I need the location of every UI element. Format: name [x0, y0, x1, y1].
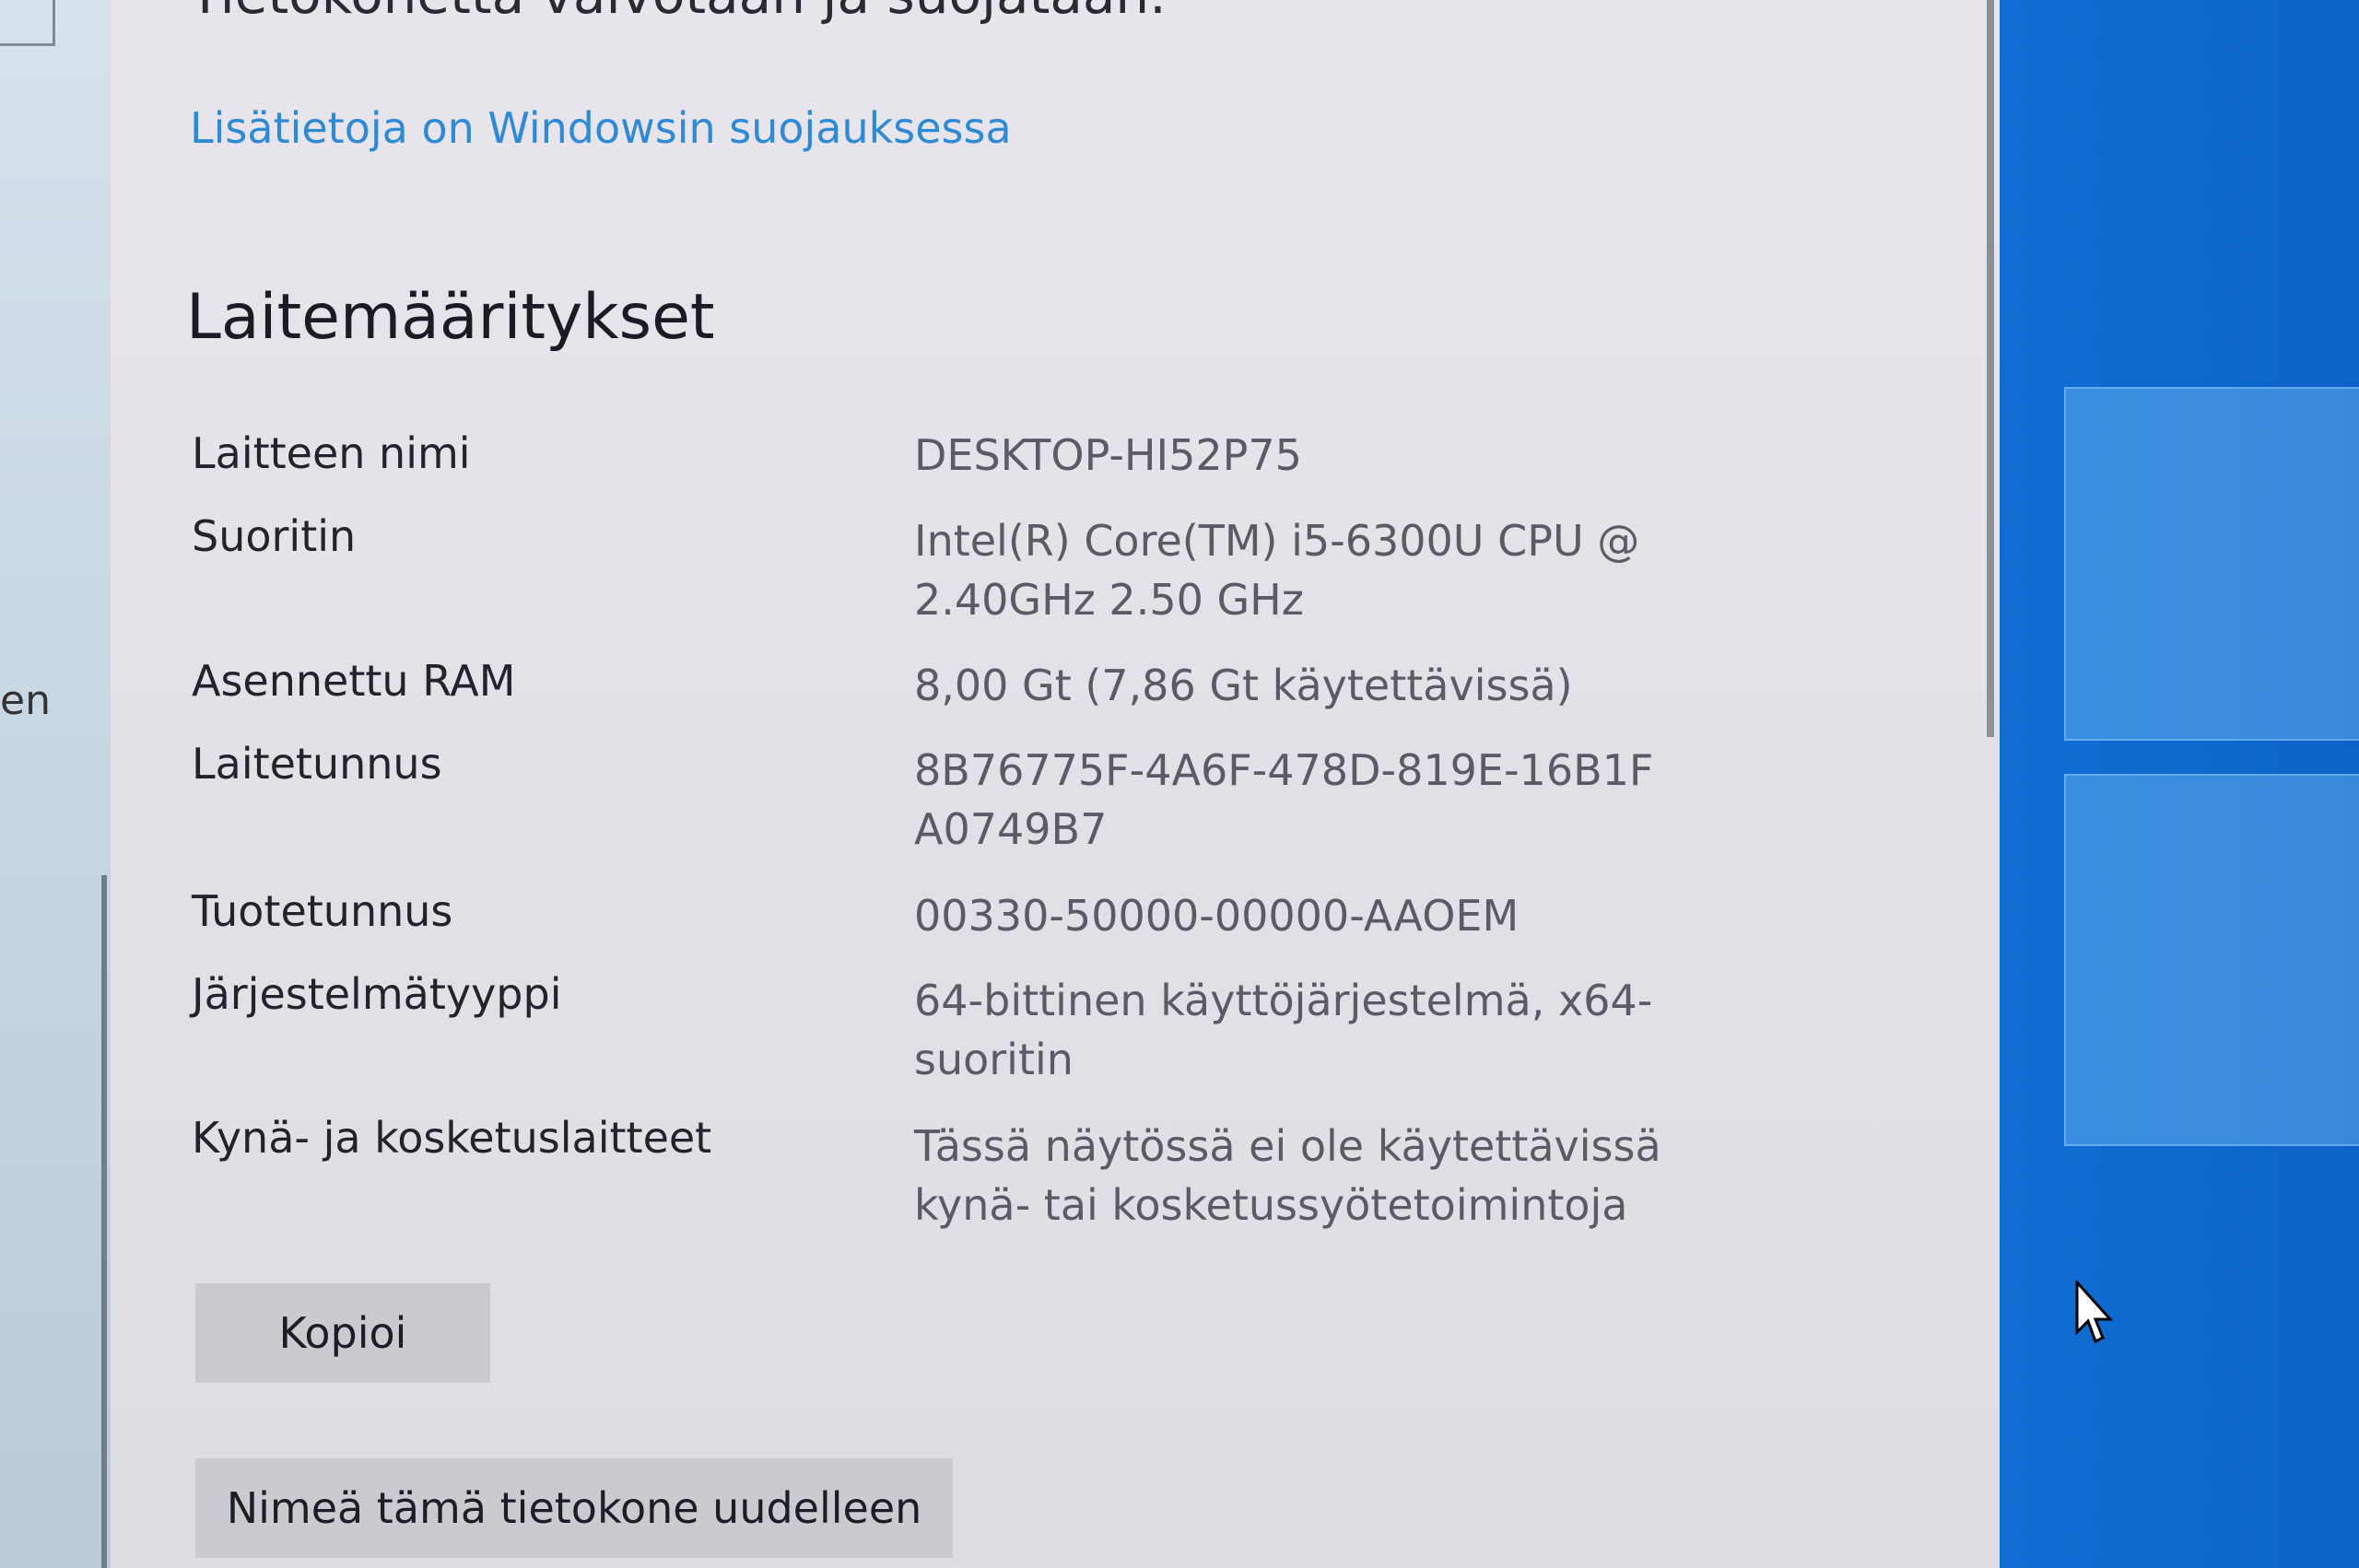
device-id-label: Laitetunnus	[192, 739, 442, 789]
device-id-value: 8B76775F-4A6F-478D-819E-16B1FA0749B7	[914, 745, 1654, 854]
ram-label: Asennettu RAM	[192, 656, 516, 706]
sidebar-divider	[101, 875, 107, 1568]
system-type-value: 64-bittinen käyttöjärjestelmä, x64-suori…	[914, 976, 1653, 1084]
device-name-label: Laitteen nimi	[192, 428, 471, 478]
processor-value: Intel(R) Core(TM) i5-6300U CPU @ 2.40GHz…	[914, 516, 1640, 625]
windows-logo-pane-bottom	[2064, 774, 2359, 1146]
system-type-label: Järjestelmätyyppi	[192, 969, 562, 1019]
sidebar-cut-label: en	[0, 677, 51, 724]
processor-label: Suoritin	[192, 511, 357, 561]
copy-button[interactable]: Kopioi	[195, 1283, 490, 1383]
rename-pc-button[interactable]: Nimeä tämä tietokone uudelleen	[195, 1458, 953, 1558]
windows-logo	[2009, 0, 2359, 1568]
windows-security-link[interactable]: Lisätietoja on Windowsin suojauksessa	[190, 103, 1012, 153]
ram-value: 8,00 Gt (7,86 Gt käytettävissä)	[914, 661, 1573, 710]
about-settings-panel: Tietokonetta valvotaan ja suojataan. Lis…	[111, 0, 2000, 1568]
windows-logo-pane-top	[2064, 387, 2359, 741]
pen-touch-label: Kynä- ja kosketuslaitteet	[192, 1113, 712, 1163]
product-id-value: 00330-50000-00000-AAOEM	[914, 891, 1520, 941]
mouse-pointer-icon	[2075, 1281, 2114, 1344]
sidebar-box-edge	[0, 0, 55, 46]
pen-touch-value: Tässä näytössä ei ole käytettävissä kynä…	[914, 1121, 1661, 1230]
scrollbar[interactable]	[1987, 0, 1994, 737]
device-name-value: DESKTOP-HI52P75	[914, 430, 1302, 480]
left-sidebar-edge: en	[0, 0, 111, 1568]
protection-status-text: Tietokonetta valvotaan ja suojataan.	[189, 0, 1167, 26]
product-id-label: Tuotetunnus	[192, 886, 453, 936]
device-specs-title: Laitemääritykset	[186, 281, 715, 354]
